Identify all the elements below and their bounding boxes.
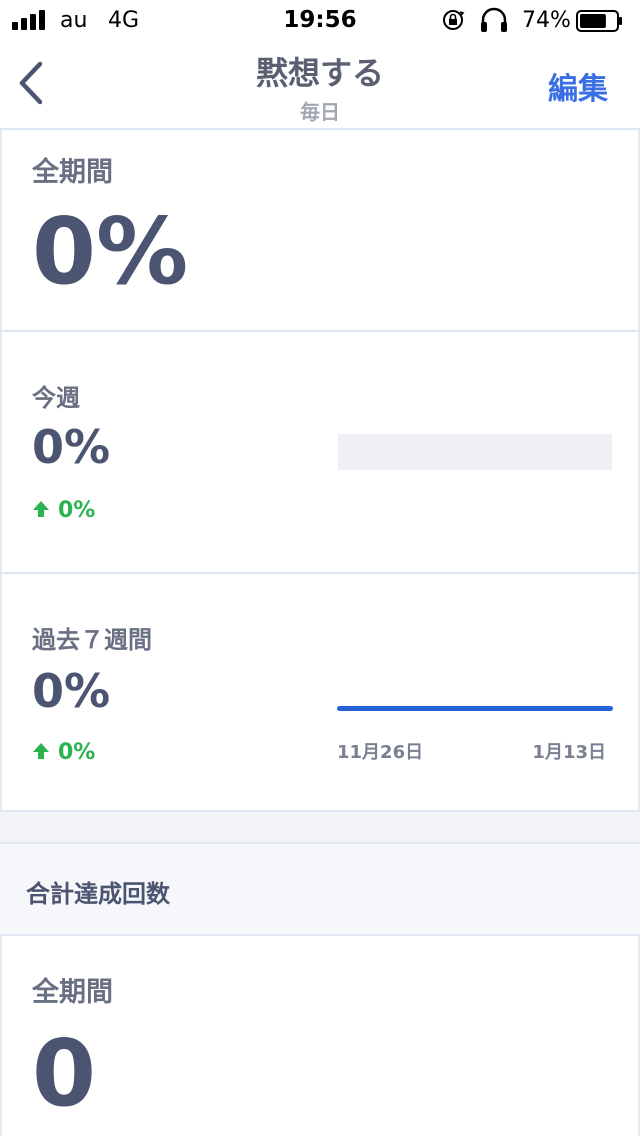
section-title: 合計達成回数 — [26, 880, 170, 908]
edit-button[interactable]: 編集 — [548, 64, 608, 108]
section-header: 合計達成回数 — [0, 842, 640, 936]
section-gap — [0, 812, 640, 842]
page-title: 黙想する — [255, 54, 384, 92]
arrow-up-icon — [33, 501, 49, 517]
this-week-delta: 0% — [32, 498, 95, 523]
battery-percent: 74% — [522, 8, 571, 33]
total-all-time-card: 全期間 0 — [0, 936, 640, 1136]
axis-end-label: 1月13日 — [532, 742, 606, 763]
axis-start-label: 11月26日 — [337, 742, 424, 763]
past-7-weeks-delta: 0% — [32, 740, 95, 765]
all-time-card: 全期間 0% — [0, 130, 640, 330]
all-time-value: 0% — [32, 198, 189, 305]
total-all-time-value: 0 — [32, 1020, 97, 1127]
this-week-value: 0% — [32, 420, 111, 474]
week-progress-bar — [338, 434, 612, 470]
battery-icon — [576, 10, 622, 32]
status-bar: au 4G 19:56 74% — [0, 0, 640, 40]
total-all-time-label: 全期間 — [32, 977, 113, 1008]
page-subtitle: 毎日 — [300, 100, 340, 124]
navigation-bar: 黙想する 毎日 編集 — [0, 40, 640, 128]
arrow-up-icon — [33, 743, 49, 759]
past-7-weeks-label: 過去７週間 — [32, 626, 152, 654]
past-7-weeks-delta-value: 0% — [58, 740, 96, 765]
all-time-label: 全期間 — [32, 157, 113, 188]
headphones-icon — [481, 7, 507, 32]
orientation-lock-icon — [443, 10, 465, 30]
past-7-weeks-card: 過去７週間 0% 0% 11月26日 1月13日 — [0, 574, 640, 810]
this-week-card: 今週 0% 0% — [0, 332, 640, 572]
trend-line — [337, 706, 613, 711]
this-week-label: 今週 — [32, 384, 80, 412]
this-week-delta-value: 0% — [58, 498, 96, 523]
past-7-weeks-value: 0% — [32, 664, 111, 718]
